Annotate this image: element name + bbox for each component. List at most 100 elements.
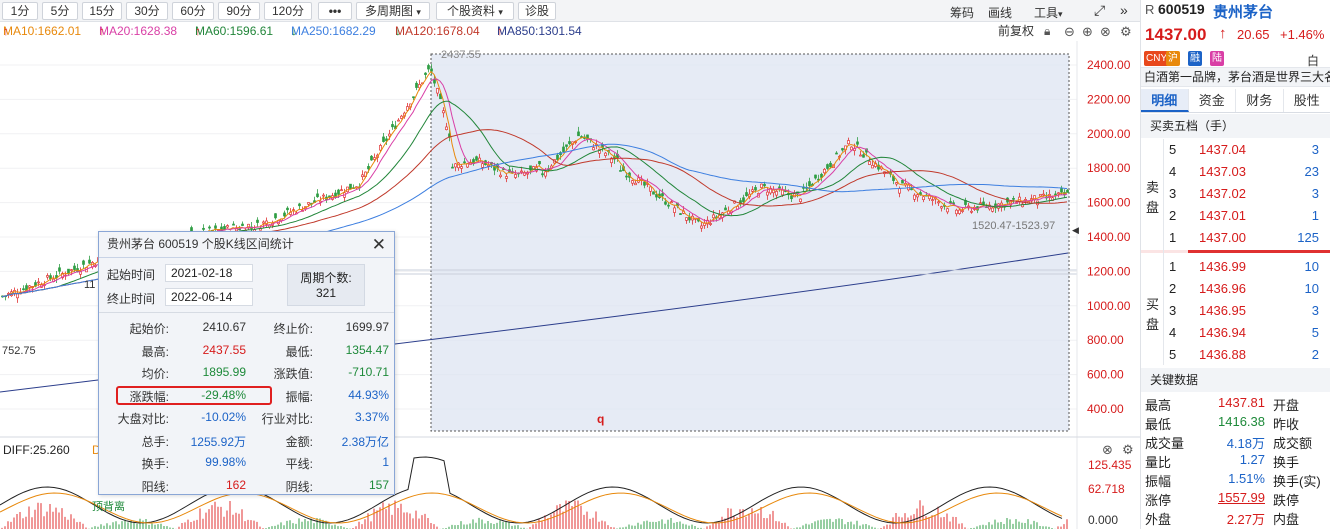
candle-body — [922, 196, 925, 201]
candle-body — [400, 115, 403, 119]
sell-row[interactable]: 1 1437.00 125 — [1141, 227, 1330, 249]
fullscreen-icon[interactable]: ⤢ — [1094, 2, 1105, 19]
tab-item[interactable]: 资金 — [1189, 89, 1236, 112]
level: 4 — [1169, 164, 1177, 179]
keydata-row: 最高 1437.81 开盘 — [1141, 393, 1330, 413]
popup-divider — [99, 312, 394, 313]
candle-body — [856, 141, 859, 145]
price-tick: 1200.00 — [1087, 264, 1131, 278]
forward-adjust-label[interactable]: 前复权 — [998, 22, 1034, 41]
macd-close-icon[interactable]: ⊗ — [1102, 442, 1113, 457]
volume: 3 — [1311, 142, 1319, 157]
candle-body — [430, 68, 433, 72]
minus-circle-icon[interactable]: ⊖ — [1064, 22, 1075, 41]
stat-label: 总手: — [141, 434, 169, 449]
tab-item[interactable]: 股性 — [1284, 89, 1330, 112]
sell-row[interactable]: 2 1437.01 1 — [1141, 205, 1330, 227]
candle-body — [829, 162, 832, 168]
tools-dropdown[interactable]: 工具▾ — [1034, 4, 1063, 21]
candle-body — [895, 182, 898, 185]
sell-row[interactable]: 3 1437.02 3 — [1141, 183, 1330, 205]
candle-body — [367, 166, 370, 170]
candle-body — [568, 141, 571, 144]
period-90min-button[interactable]: 90分 — [218, 2, 260, 20]
selected-range-box[interactable] — [430, 53, 1070, 432]
candle-body — [283, 212, 286, 217]
sell-row[interactable]: 5 1437.04 3 — [1141, 139, 1330, 161]
buy-row[interactable]: 1 1436.99 10 — [1141, 256, 1330, 278]
range-stats-popup: 贵州茅台 600519 个股K线区间统计 ✕ 起始时间 2021-02-18 终… — [98, 231, 395, 495]
price-tick: 1800.00 — [1087, 161, 1131, 175]
period-120min-button[interactable]: 120分 — [264, 2, 312, 20]
peak-label: 2437.55 — [441, 49, 481, 61]
stock-tag[interactable]: 陆 — [1210, 51, 1224, 66]
candle-body — [286, 207, 289, 211]
lock-icon[interactable]: 🔒︎ — [1044, 22, 1050, 41]
price-change: 20.65 — [1237, 27, 1270, 42]
candle-body — [544, 171, 547, 177]
price-change-pct: +1.46% — [1280, 27, 1325, 42]
period-1min-button[interactable]: 1分 — [2, 2, 38, 20]
candle-body — [460, 166, 463, 169]
macd-gear-icon[interactable]: ⚙ — [1122, 442, 1134, 457]
stock-code: 600519 — [1158, 1, 1205, 17]
price: 1436.95 — [1199, 303, 1246, 318]
buy-row[interactable]: 3 1436.95 3 — [1141, 300, 1330, 322]
multi-period-dropdown[interactable]: 多周期图 ▾ — [356, 2, 430, 20]
candle-body — [562, 146, 565, 152]
gear-icon[interactable]: ⚙ — [1120, 22, 1132, 41]
candle-body — [790, 195, 793, 200]
chips-button[interactable]: 筹码 — [950, 4, 974, 21]
range-note-label: 1520.47-1523.97 — [972, 220, 1055, 232]
volume: 10 — [1304, 259, 1319, 274]
candle-body — [940, 206, 943, 209]
draw-line-button[interactable]: 画线 — [988, 4, 1012, 21]
stock-tag[interactable]: 沪 — [1166, 51, 1180, 66]
stock-tag[interactable]: 融 — [1188, 51, 1202, 66]
buy-row[interactable]: 4 1436.94 5 — [1141, 322, 1330, 344]
candle-body — [520, 170, 523, 173]
stat-label: 平线: — [285, 457, 313, 471]
plus-circle-icon[interactable]: ⊕ — [1082, 22, 1093, 41]
close-circle-icon[interactable]: ⊗ — [1100, 22, 1111, 41]
stat-label: 大盘对比: — [117, 412, 169, 426]
price-tick: 1400.00 — [1087, 230, 1131, 244]
period-15min-button[interactable]: 15分 — [82, 2, 122, 20]
candle-body — [634, 182, 637, 186]
period-5min-button[interactable]: 5分 — [42, 2, 78, 20]
collapse-icon[interactable]: » — [1120, 2, 1128, 18]
keydata-value: 2.27万 — [1226, 512, 1265, 527]
candle-body — [67, 268, 70, 274]
tab-item[interactable]: 明细 — [1141, 89, 1189, 112]
close-icon[interactable]: ✕ — [372, 235, 386, 255]
candle-body — [274, 213, 277, 219]
tab-item[interactable]: 财务 — [1236, 89, 1284, 112]
start-time-field[interactable]: 2021-02-18 — [165, 264, 253, 282]
keydata-row: 外盘 2.27万 内盘 — [1141, 507, 1330, 527]
period-60min-button[interactable]: 60分 — [172, 2, 214, 20]
candle-body — [871, 164, 874, 169]
candle-body — [391, 124, 394, 128]
price-tick: 2200.00 — [1087, 92, 1131, 106]
period-30min-button[interactable]: 30分 — [126, 2, 168, 20]
candle-body — [322, 194, 325, 197]
candle-body — [937, 201, 940, 204]
buy-row[interactable]: 2 1436.96 10 — [1141, 278, 1330, 300]
end-time-field[interactable]: 2022-06-14 — [165, 288, 253, 306]
more-periods-button[interactable]: ••• — [318, 2, 352, 20]
candle-body — [625, 175, 628, 178]
sell-row[interactable]: 4 1437.03 23 — [1141, 161, 1330, 183]
buy-row[interactable]: 5 1436.88 2 — [1141, 344, 1330, 366]
candle-body — [16, 293, 19, 299]
candle-body — [397, 119, 400, 122]
keydata-table: 最高 1437.81 开盘 最低 1416.38 昨收 成交量 4.18万 成交额 量比 1.27 换… — [1141, 393, 1330, 529]
candle-body — [28, 285, 31, 288]
stock-info-dropdown[interactable]: 个股资料 ▾ — [436, 2, 514, 20]
volume: 3 — [1311, 303, 1319, 318]
candle-body — [1060, 188, 1063, 193]
diagnose-button[interactable]: 诊股 — [518, 2, 556, 20]
candle-body — [652, 191, 655, 195]
keydata-row: 量比 1.27 换手 — [1141, 450, 1330, 470]
candle-body — [436, 88, 439, 94]
period-count-box: 周期个数: 321 — [287, 264, 365, 306]
